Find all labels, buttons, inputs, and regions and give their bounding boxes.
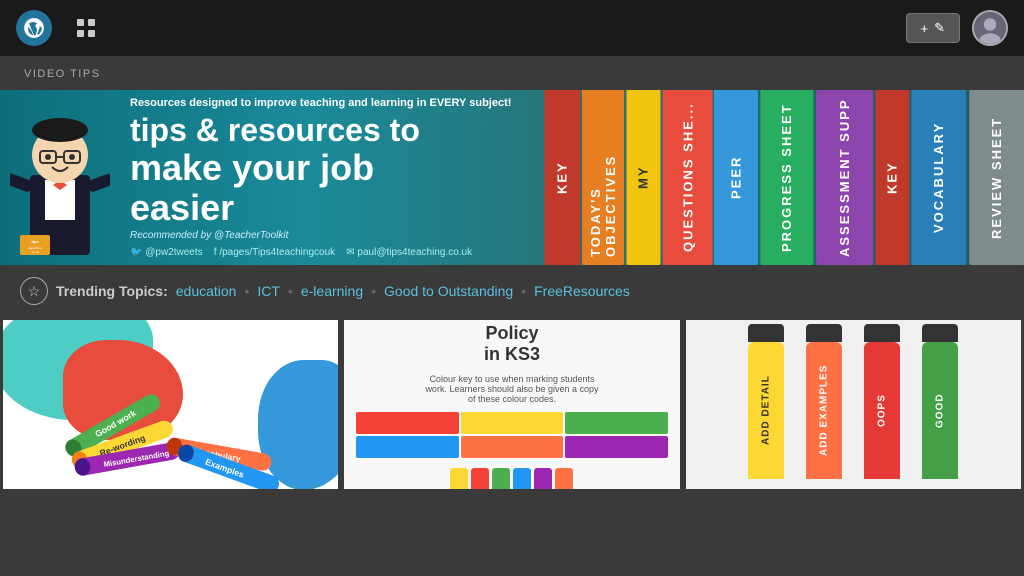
marker-cap-orange (806, 324, 842, 342)
email-address: ✉ paul@tips4teaching.co.uk (346, 247, 472, 258)
book-progress: PROGRESS SHEET (760, 90, 813, 265)
card2-markers (450, 468, 573, 492)
card3-background: ADD DETAIL ADD EXAMPLES OOPS GOOD (686, 320, 1021, 489)
card-markers-abstract[interactable]: Good work Re-wording Misunderstanding Vo… (0, 317, 341, 492)
trending-topic-good-to-outstanding[interactable]: Good to Outstanding (384, 283, 513, 299)
color-cell-blue (356, 436, 458, 458)
facebook-page: f /pages/Tips4teachingcouk (214, 247, 335, 258)
new-post-button[interactable]: + ✎ (906, 13, 961, 43)
marker-cap-green (922, 324, 958, 342)
marker-green-mini (492, 468, 510, 492)
marker-oops: OOPS (856, 324, 908, 479)
star-symbol: ☆ (28, 283, 41, 300)
banner-tagline: Resources designed to improve teaching a… (130, 97, 511, 109)
marker-body-red: OOPS (864, 342, 900, 479)
book-peer: PEER (714, 90, 758, 265)
cards-grid: Good work Re-wording Misunderstanding Vo… (0, 317, 1024, 492)
color-cell-green (565, 412, 667, 434)
card1-background: Good work Re-wording Misunderstanding Vo… (3, 320, 338, 489)
topbar-right: + ✎ (906, 10, 1009, 46)
card2-subtitle: Colour key to use when marking studentsw… (425, 374, 598, 404)
marker-purple-mini (534, 468, 552, 492)
marker-body-green: GOOD (922, 342, 958, 479)
banner-character: tips 4teaching .co.uk (10, 105, 120, 265)
color-cell-purple (565, 436, 667, 458)
banner-headline: tips & resources to make your job easier (130, 113, 511, 227)
plus-icon: + (921, 21, 929, 36)
marker-cap-red (864, 324, 900, 342)
banner-recommended: Recommended by @TeacherToolkit (130, 230, 511, 241)
book-questions: QUESTIONS SHE... (663, 90, 713, 265)
topbar-left (16, 10, 104, 46)
book-assessment: ASSESSMENT SUPP (816, 90, 873, 265)
marker-cap-yellow (748, 324, 784, 342)
trending-topic-freeresources[interactable]: FreeResources (534, 283, 630, 299)
color-cell-red (356, 412, 458, 434)
card2-title: FeedbackPolicyin KS3 (470, 317, 553, 366)
color-cell-yellow (461, 412, 563, 434)
card-feedback-policy[interactable]: FeedbackPolicyin KS3 Colour key to use w… (341, 317, 682, 492)
book-objectives: TODAY'S OBJECTIVES (582, 90, 624, 265)
banner-social: 🐦 @pw2tweets f /pages/Tips4teachingcouk … (130, 247, 511, 258)
topbar: + ✎ (0, 0, 1024, 56)
trending-label: Trending Topics: (56, 283, 168, 299)
marker-body-yellow: ADD DETAIL (748, 342, 784, 479)
marker-orange-mini (555, 468, 573, 492)
marker-add-examples: ADD EXAMPLES (798, 324, 850, 479)
book-my: MY (626, 90, 660, 265)
marker-add-detail: ADD DETAIL (740, 324, 792, 479)
dot-3: • (371, 283, 376, 299)
card1-svg: Good work Re-wording Misunderstanding Vo… (3, 320, 338, 489)
book-key1: KEY (544, 90, 580, 265)
dot-1: • (244, 283, 249, 299)
trending-topic-ict[interactable]: ICT (257, 283, 280, 299)
avatar-image (974, 12, 1006, 44)
pencil-icon: ✎ (934, 20, 945, 36)
twitter-handle: 🐦 @pw2tweets (130, 247, 203, 258)
book-key2: KEY (875, 90, 909, 265)
wordpress-logo[interactable] (16, 10, 52, 46)
marker-good: GOOD (914, 324, 966, 479)
grid-icon[interactable] (68, 10, 104, 46)
trending-topic-elearning[interactable]: e-learning (301, 283, 363, 299)
trending-star-icon[interactable]: ☆ (20, 277, 48, 305)
user-avatar[interactable] (972, 10, 1008, 46)
trending-topic-education[interactable]: education (176, 283, 237, 299)
book-review: REVIEW SHEET (969, 90, 1024, 265)
banner-books: KEY TODAY'S OBJECTIVES MY QUESTIONS SHE.… (544, 90, 1024, 265)
color-cell-orange (461, 436, 563, 458)
svg-text:.co.uk: .co.uk (31, 250, 40, 254)
section-label: VIDEO TIPS (0, 56, 1024, 90)
marker-yellow-mini (450, 468, 468, 492)
card-markers-labeled[interactable]: ADD DETAIL ADD EXAMPLES OOPS GOOD (683, 317, 1024, 492)
page-title: VIDEO TIPS (24, 68, 101, 80)
trending-bar: ☆ Trending Topics: education • ICT • e-l… (0, 265, 1024, 317)
main-content: VIDEO TIPS (0, 56, 1024, 576)
banner: tips 4teaching .co.uk Resources designed… (0, 90, 1024, 265)
card2-color-grid (356, 412, 667, 458)
dot-2: • (288, 283, 293, 299)
card2-background: FeedbackPolicyin KS3 Colour key to use w… (344, 320, 679, 489)
book-vocabulary: VOCABULARY (911, 90, 966, 265)
marker-body-orange: ADD EXAMPLES (806, 342, 842, 479)
svg-text:tips: tips (31, 239, 39, 244)
marker-blue-mini (513, 468, 531, 492)
marker-red-mini (471, 468, 489, 492)
dot-4: • (521, 283, 526, 299)
